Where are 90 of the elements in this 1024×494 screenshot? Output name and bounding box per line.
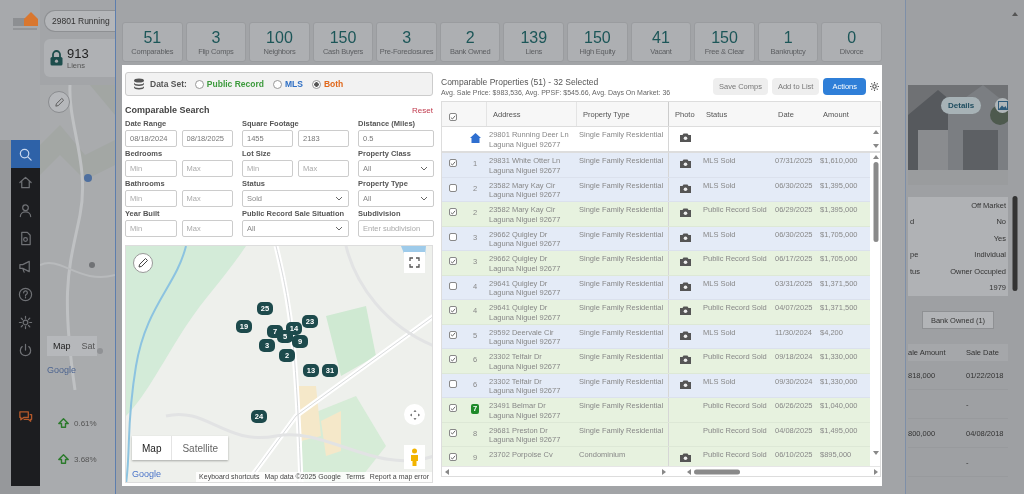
stat-value: 1 xyxy=(783,28,793,47)
checkbox[interactable] xyxy=(449,453,457,461)
pencil-icon xyxy=(137,257,149,269)
section-title: Comparable Search xyxy=(125,105,210,115)
fullscreen-button[interactable] xyxy=(404,252,425,273)
database-icon xyxy=(133,78,145,90)
user-icon xyxy=(18,202,33,218)
radio-button[interactable] xyxy=(311,79,321,89)
chat-icon[interactable] xyxy=(18,409,33,424)
power-icon xyxy=(18,342,33,358)
camera-icon[interactable] xyxy=(679,379,691,389)
caret-icon xyxy=(335,226,343,231)
camera-icon[interactable] xyxy=(679,355,691,364)
logo-icon xyxy=(12,9,38,31)
checkbox[interactable] xyxy=(449,404,457,412)
radio-button[interactable] xyxy=(194,79,204,89)
stat-value: 139 xyxy=(520,28,548,47)
street-view-button[interactable] xyxy=(404,445,425,469)
settings-icon[interactable] xyxy=(869,81,880,92)
stat-value: 150 xyxy=(711,28,738,47)
pencil-icon xyxy=(53,96,65,108)
google-logo: Google xyxy=(47,365,77,375)
radio-option[interactable]: Both xyxy=(311,79,344,89)
up-arrow-icon xyxy=(58,454,69,464)
help-icon xyxy=(18,286,33,302)
document-icon xyxy=(18,230,33,246)
stat-value: 150 xyxy=(584,28,611,47)
home-icon xyxy=(469,133,481,143)
lock-icon xyxy=(50,50,63,66)
stat-value: 100 xyxy=(266,28,293,47)
checkbox[interactable] xyxy=(449,330,457,339)
google-logo: Google xyxy=(132,469,162,479)
camera-icon[interactable] xyxy=(679,183,691,193)
up-arrow-icon xyxy=(58,418,69,428)
checkbox[interactable] xyxy=(449,113,457,121)
search-icon xyxy=(18,146,33,162)
camera-icon[interactable] xyxy=(679,208,691,217)
checkbox[interactable] xyxy=(449,355,457,363)
camera-icon[interactable] xyxy=(679,133,691,142)
megaphone-icon xyxy=(18,258,33,274)
camera-icon[interactable] xyxy=(679,257,691,266)
stat-value: 3 xyxy=(211,28,221,47)
radio-option[interactable]: MLS xyxy=(273,79,303,89)
camera-icon[interactable] xyxy=(679,306,691,315)
checkbox[interactable] xyxy=(449,208,457,216)
checkbox[interactable] xyxy=(449,232,457,241)
stat-value: 51 xyxy=(143,28,162,47)
stat-value: 41 xyxy=(652,28,670,47)
checkbox[interactable] xyxy=(449,379,457,388)
checkbox[interactable] xyxy=(449,183,457,192)
scrollbar[interactable] xyxy=(872,128,880,150)
trend-value: 0.61% xyxy=(74,418,97,428)
results-title: Comparable Properties (51) - 32 Selected xyxy=(441,77,600,87)
image-icon xyxy=(997,101,1008,110)
fullscreen-icon xyxy=(409,257,420,268)
settings-icon xyxy=(18,314,33,330)
sidebar-item[interactable] xyxy=(11,140,40,168)
caret-icon xyxy=(420,166,428,171)
camera-icon[interactable] xyxy=(679,232,691,242)
radio-option[interactable]: Public Record xyxy=(194,79,264,89)
camera-icon[interactable] xyxy=(679,453,691,462)
liens-count: 913 xyxy=(67,46,89,61)
stat-value: 2 xyxy=(465,28,475,47)
stat-value: 3 xyxy=(402,28,412,47)
map-type-button[interactable]: Satellite xyxy=(171,436,229,460)
checkbox[interactable] xyxy=(449,281,457,290)
camera-icon[interactable] xyxy=(679,330,691,340)
trend-value: 3.68% xyxy=(74,454,97,464)
checkbox[interactable] xyxy=(449,428,457,437)
map-type-button[interactable]: Map xyxy=(47,336,77,356)
checkbox[interactable] xyxy=(449,306,457,314)
stat-value: 0 xyxy=(847,28,857,47)
search-field[interactable]: 29801 Running xyxy=(44,10,115,32)
stat-value: 150 xyxy=(329,28,357,47)
reset-link[interactable]: Reset xyxy=(412,105,433,115)
checkbox[interactable] xyxy=(449,159,457,167)
details-button[interactable]: Details xyxy=(941,97,982,114)
map-type-button[interactable]: Sat xyxy=(76,336,98,356)
caret-icon xyxy=(420,196,428,201)
data-set-label: Data Set: xyxy=(150,79,187,89)
radio-button[interactable] xyxy=(273,79,282,89)
camera-icon[interactable] xyxy=(679,281,691,291)
person-icon xyxy=(410,448,419,466)
caret-icon xyxy=(335,196,343,201)
move-icon xyxy=(408,408,421,421)
map-type-button[interactable]: Map xyxy=(132,436,172,460)
home-icon xyxy=(18,174,33,190)
checkbox[interactable] xyxy=(449,257,457,265)
camera-icon[interactable] xyxy=(679,159,691,168)
scrollbar[interactable] xyxy=(686,467,880,476)
